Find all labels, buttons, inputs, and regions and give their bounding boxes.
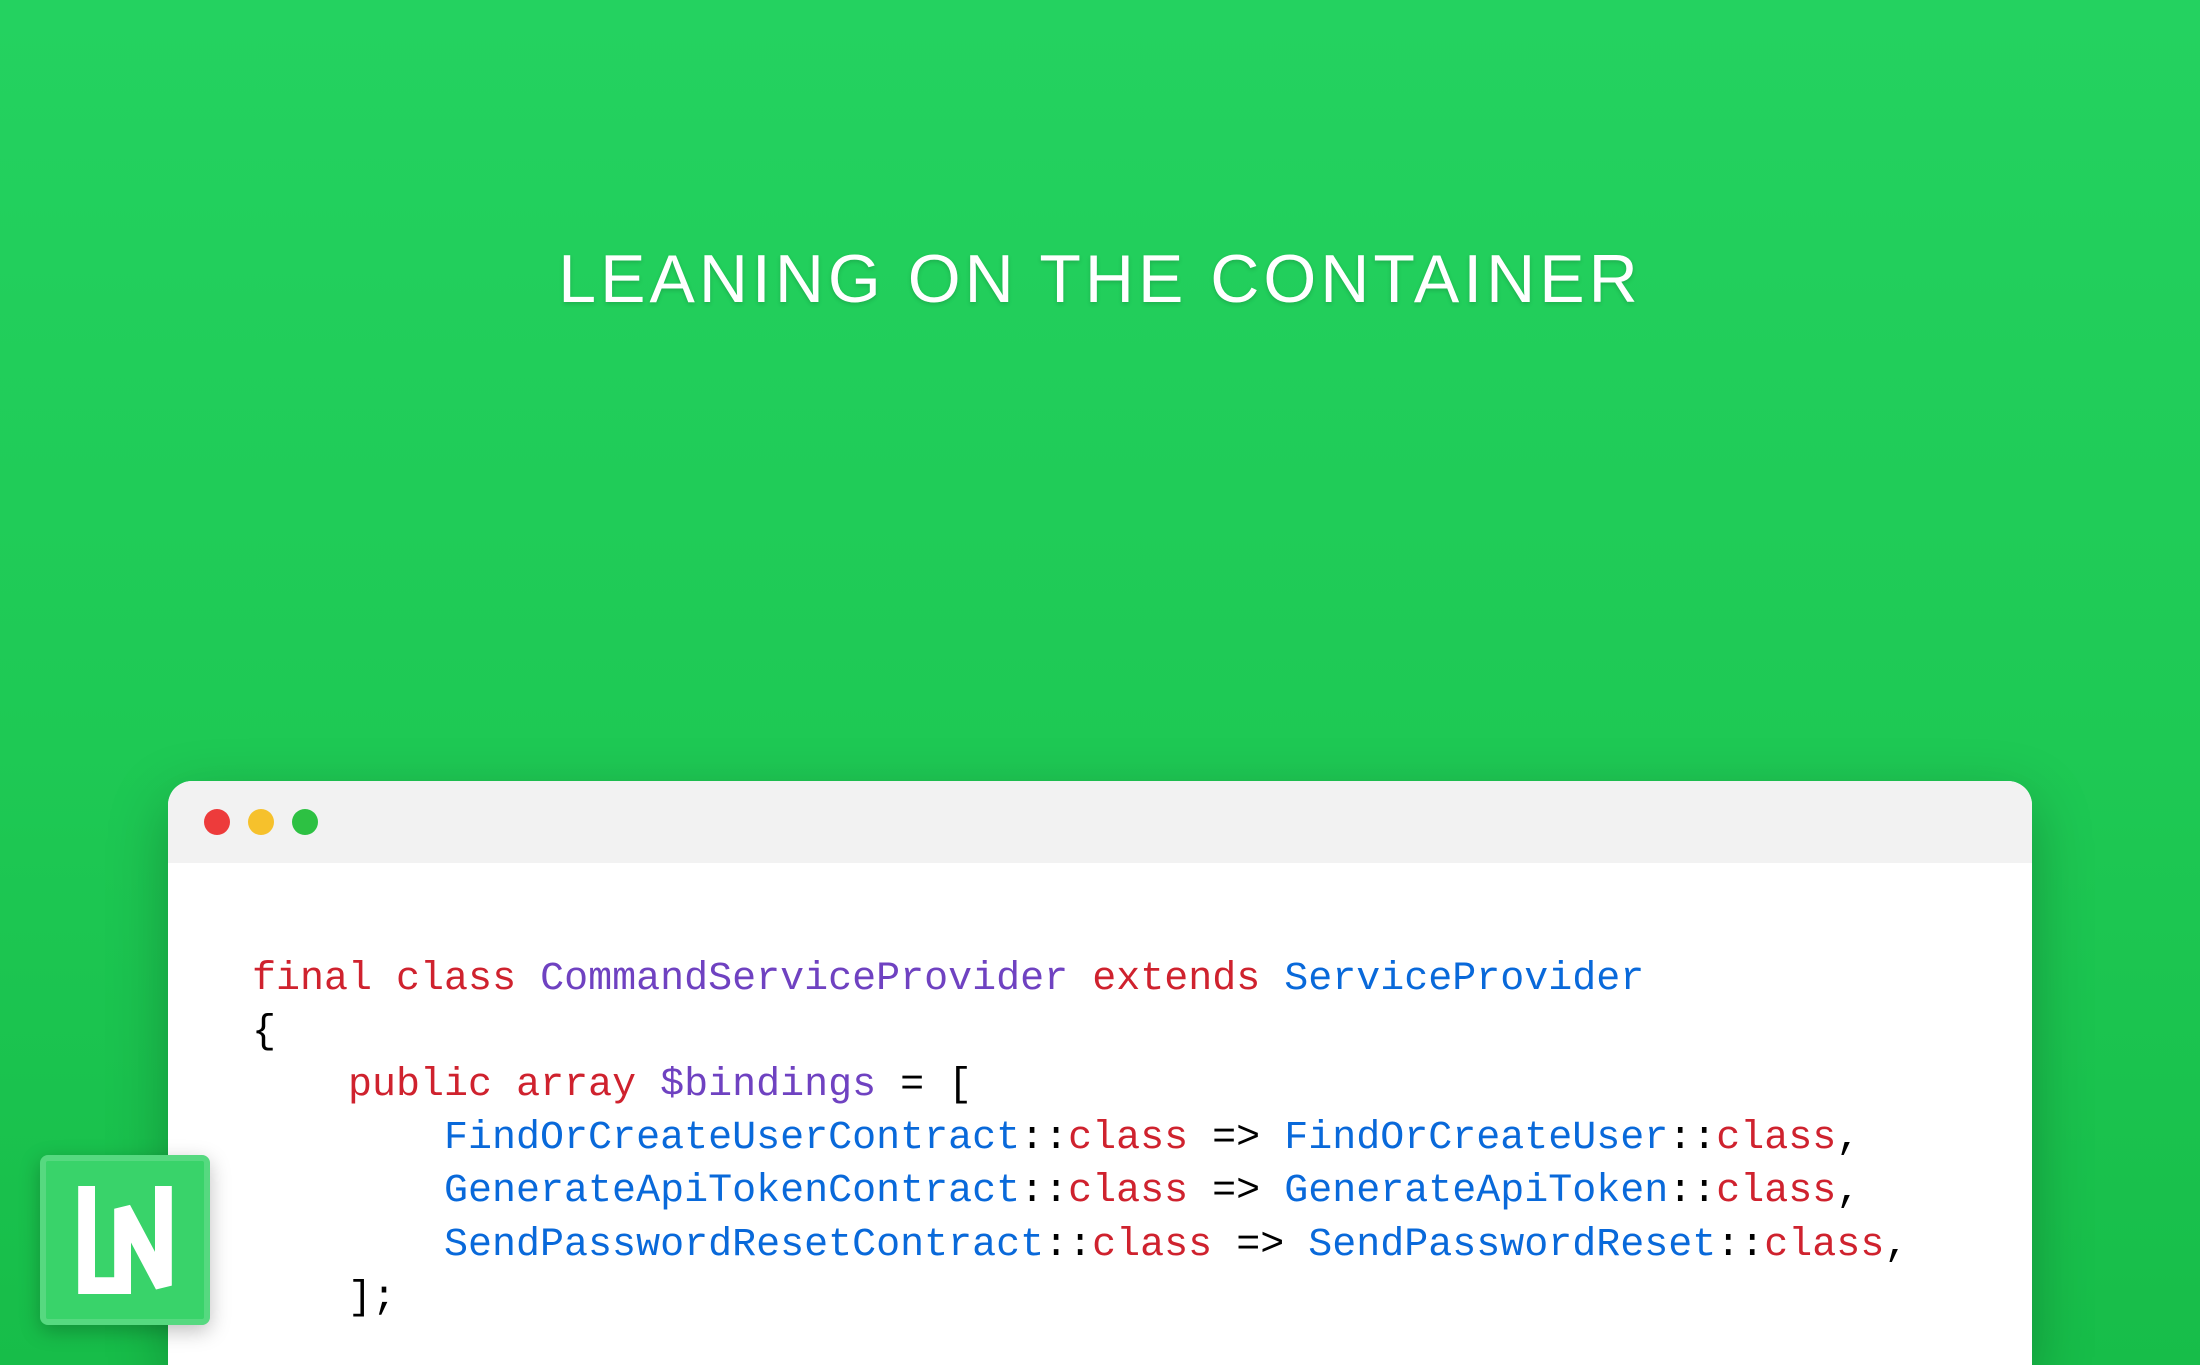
- binding-impl: GenerateApiToken: [1284, 1169, 1668, 1214]
- keyword-class-const: class: [1068, 1169, 1188, 1214]
- brand-logo-icon: [40, 1155, 210, 1325]
- keyword-final: final: [252, 957, 372, 1002]
- parent-class: ServiceProvider: [1284, 957, 1644, 1002]
- close-icon[interactable]: [204, 809, 230, 835]
- binding-contract: GenerateApiTokenContract: [444, 1169, 1020, 1214]
- variable-bindings: $bindings: [660, 1063, 876, 1108]
- code-block: final class CommandServiceProvider exten…: [168, 863, 2032, 1365]
- keyword-class-const: class: [1764, 1223, 1884, 1268]
- binding-impl: FindOrCreateUser: [1284, 1116, 1668, 1161]
- page-title: LEANING ON THE CONTAINER: [0, 240, 2200, 318]
- assign-bracket: = [: [876, 1063, 972, 1108]
- array-close: ];: [252, 1276, 396, 1321]
- window-titlebar: [168, 781, 2032, 863]
- keyword-class-const: class: [1716, 1116, 1836, 1161]
- binding-impl: SendPasswordReset: [1308, 1223, 1716, 1268]
- class-name: CommandServiceProvider: [540, 957, 1068, 1002]
- binding-contract: FindOrCreateUserContract: [444, 1116, 1020, 1161]
- brace-open: {: [252, 1010, 276, 1055]
- code-window: final class CommandServiceProvider exten…: [168, 781, 2032, 1365]
- keyword-class-const: class: [1716, 1169, 1836, 1214]
- keyword-extends: extends: [1092, 957, 1260, 1002]
- keyword-class: class: [396, 957, 516, 1002]
- keyword-class-const: class: [1068, 1116, 1188, 1161]
- binding-contract: SendPasswordResetContract: [444, 1223, 1044, 1268]
- keyword-array: array: [516, 1063, 636, 1108]
- keyword-class-const: class: [1092, 1223, 1212, 1268]
- minimize-icon[interactable]: [248, 809, 274, 835]
- keyword-public: public: [348, 1063, 492, 1108]
- zoom-icon[interactable]: [292, 809, 318, 835]
